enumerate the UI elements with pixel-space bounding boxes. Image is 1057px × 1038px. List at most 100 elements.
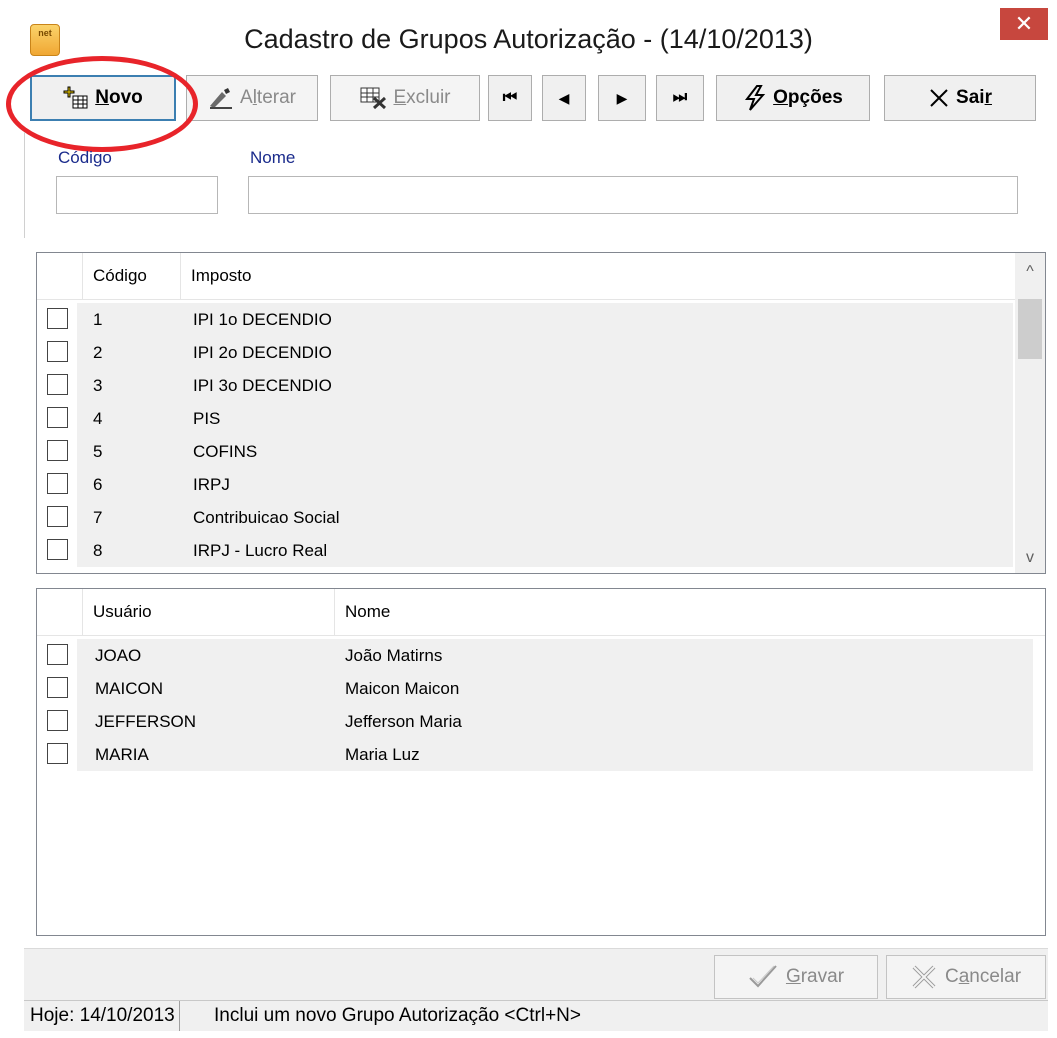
cell-usuario: JEFFERSON [95,712,197,731]
cell-imposto: IRPJ - Lucro Real [193,541,328,560]
cancelar-button[interactable]: Cancelar [886,955,1046,999]
alterar-button[interactable]: Alterar [186,75,318,121]
novo-button[interactable]: Novo [30,75,176,121]
column-header-codigo[interactable]: Código [83,253,181,299]
excluir-label: Excluir [393,87,451,108]
gravar-button[interactable]: Gravar [714,955,878,999]
row-checkbox[interactable] [47,341,68,362]
row-background [77,705,1033,738]
cell-codigo: 7 [93,508,103,527]
checkbox-column-header [37,589,83,635]
first-record-icon: ⏮ [502,89,518,106]
gravar-label: Gravar [785,966,845,987]
excluir-button[interactable]: Excluir [330,75,480,121]
cell-usuario: JOAO [95,646,142,665]
next-record-button[interactable]: ▶ [598,75,646,121]
window-title: Cadastro de Grupos Autorização - (14/10/… [244,24,813,54]
impostos-grid-header: Código Imposto [37,253,1015,300]
table-row[interactable]: MAICON Maicon Maicon [37,672,1045,705]
usuarios-grid[interactable]: Usuário Nome JOAO João Matirns MAICON Maico… [36,588,1046,936]
row-checkbox[interactable] [47,677,68,698]
cell-imposto: IPI 1o DECENDIO [193,310,332,329]
scroll-thumb[interactable] [1018,299,1042,359]
opcoes-button[interactable]: Opções [716,75,870,121]
cell-usuario: MARIA [95,745,149,764]
row-checkbox[interactable] [47,539,68,560]
nome-label: Nome [250,148,296,167]
next-record-icon: ▶ [616,89,628,106]
table-row[interactable]: 8 IRPJ - Lucro Real [37,534,1045,567]
table-row[interactable]: JEFFERSON Jefferson Maria [37,705,1045,738]
toolbar: Novo Alterar Excluir ⏮ ◀ ▶ ⏭ Opções Sair [22,72,1046,124]
new-record-icon [63,86,88,109]
previous-record-button[interactable]: ◀ [542,75,586,121]
column-header-imposto[interactable]: Imposto [181,253,1015,299]
table-row[interactable]: 7 Contribuicao Social [37,501,1045,534]
scroll-up-icon[interactable]: ^ [1015,257,1045,287]
close-window-button[interactable]: ✕ [1000,8,1048,40]
cell-codigo: 3 [93,376,103,395]
cell-codigo: 2 [93,343,103,362]
status-bar: Hoje: 14/10/2013 Inclui um novo Grupo Au… [24,1000,1048,1031]
row-checkbox[interactable] [47,308,68,329]
cell-codigo: 1 [93,310,103,329]
last-record-button[interactable]: ⏭ [656,75,704,121]
first-record-button[interactable]: ⏮ [488,75,532,121]
table-row[interactable]: 4 PIS [37,402,1045,435]
cell-codigo: 6 [93,475,103,494]
cell-imposto: IRPJ [193,475,230,494]
bottom-action-bar: Gravar Cancelar [24,948,1048,1001]
row-checkbox[interactable] [47,473,68,494]
row-checkbox[interactable] [47,440,68,461]
usuarios-grid-header: Usuário Nome [37,589,1045,636]
row-checkbox[interactable] [47,407,68,428]
delete-icon [360,87,387,110]
cell-imposto: PIS [193,409,221,428]
table-row[interactable]: 6 IRPJ [37,468,1045,501]
row-checkbox[interactable] [47,506,68,527]
row-checkbox[interactable] [47,743,68,764]
close-x-icon [930,89,948,107]
title-bar: net Cadastro de Grupos Autorização - (14… [0,0,1057,66]
column-header-nome[interactable]: Nome [335,589,1035,635]
row-checkbox[interactable] [47,374,68,395]
novo-label: Novo [95,87,143,108]
alterar-label: Alterar [240,87,296,108]
status-message: Inclui um novo Grupo Autorização <Ctrl+N… [214,1005,581,1026]
lightning-icon [745,85,766,111]
cell-imposto: IPI 3o DECENDIO [193,376,332,395]
sair-label: Sair [956,87,992,108]
table-row[interactable]: JOAO João Matirns [37,639,1045,672]
table-row[interactable]: 5 COFINS [37,435,1045,468]
cell-nome: Jefferson Maria [345,712,462,731]
status-date: Hoje: 14/10/2013 [30,1001,180,1031]
app-window: net Cadastro de Grupos Autorização - (14… [0,0,1057,1038]
table-row[interactable]: 3 IPI 3o DECENDIO [37,369,1045,402]
cell-imposto: Contribuicao Social [193,508,340,527]
cell-imposto: IPI 2o DECENDIO [193,343,332,362]
row-background [77,639,1033,672]
table-row[interactable]: 1 IPI 1o DECENDIO [37,303,1045,336]
cell-codigo: 5 [93,442,103,461]
column-header-usuario[interactable]: Usuário [83,589,335,635]
last-record-icon: ⏭ [672,89,688,106]
scroll-down-icon[interactable]: v [1015,543,1045,573]
row-checkbox[interactable] [47,710,68,731]
cell-codigo: 8 [93,541,103,560]
cancel-x-icon [912,965,936,989]
impostos-grid[interactable]: Código Imposto 1 IPI 1o DECENDIO 2 IPI 2o D… [36,252,1046,574]
cell-imposto: COFINS [193,442,258,461]
nome-input[interactable] [248,176,1018,214]
codigo-label: Código [58,148,112,167]
sair-button[interactable]: Sair [884,75,1036,121]
table-row[interactable]: MARIA Maria Luz [37,738,1045,771]
impostos-scrollbar[interactable]: ^ v [1015,253,1045,573]
row-background [77,672,1033,705]
row-background [77,738,1033,771]
cell-nome: Maria Luz [345,745,420,764]
codigo-input[interactable] [56,176,218,214]
table-row[interactable]: 2 IPI 2o DECENDIO [37,336,1045,369]
checkmark-icon [749,965,777,988]
row-checkbox[interactable] [47,644,68,665]
previous-record-icon: ◀ [558,89,570,106]
